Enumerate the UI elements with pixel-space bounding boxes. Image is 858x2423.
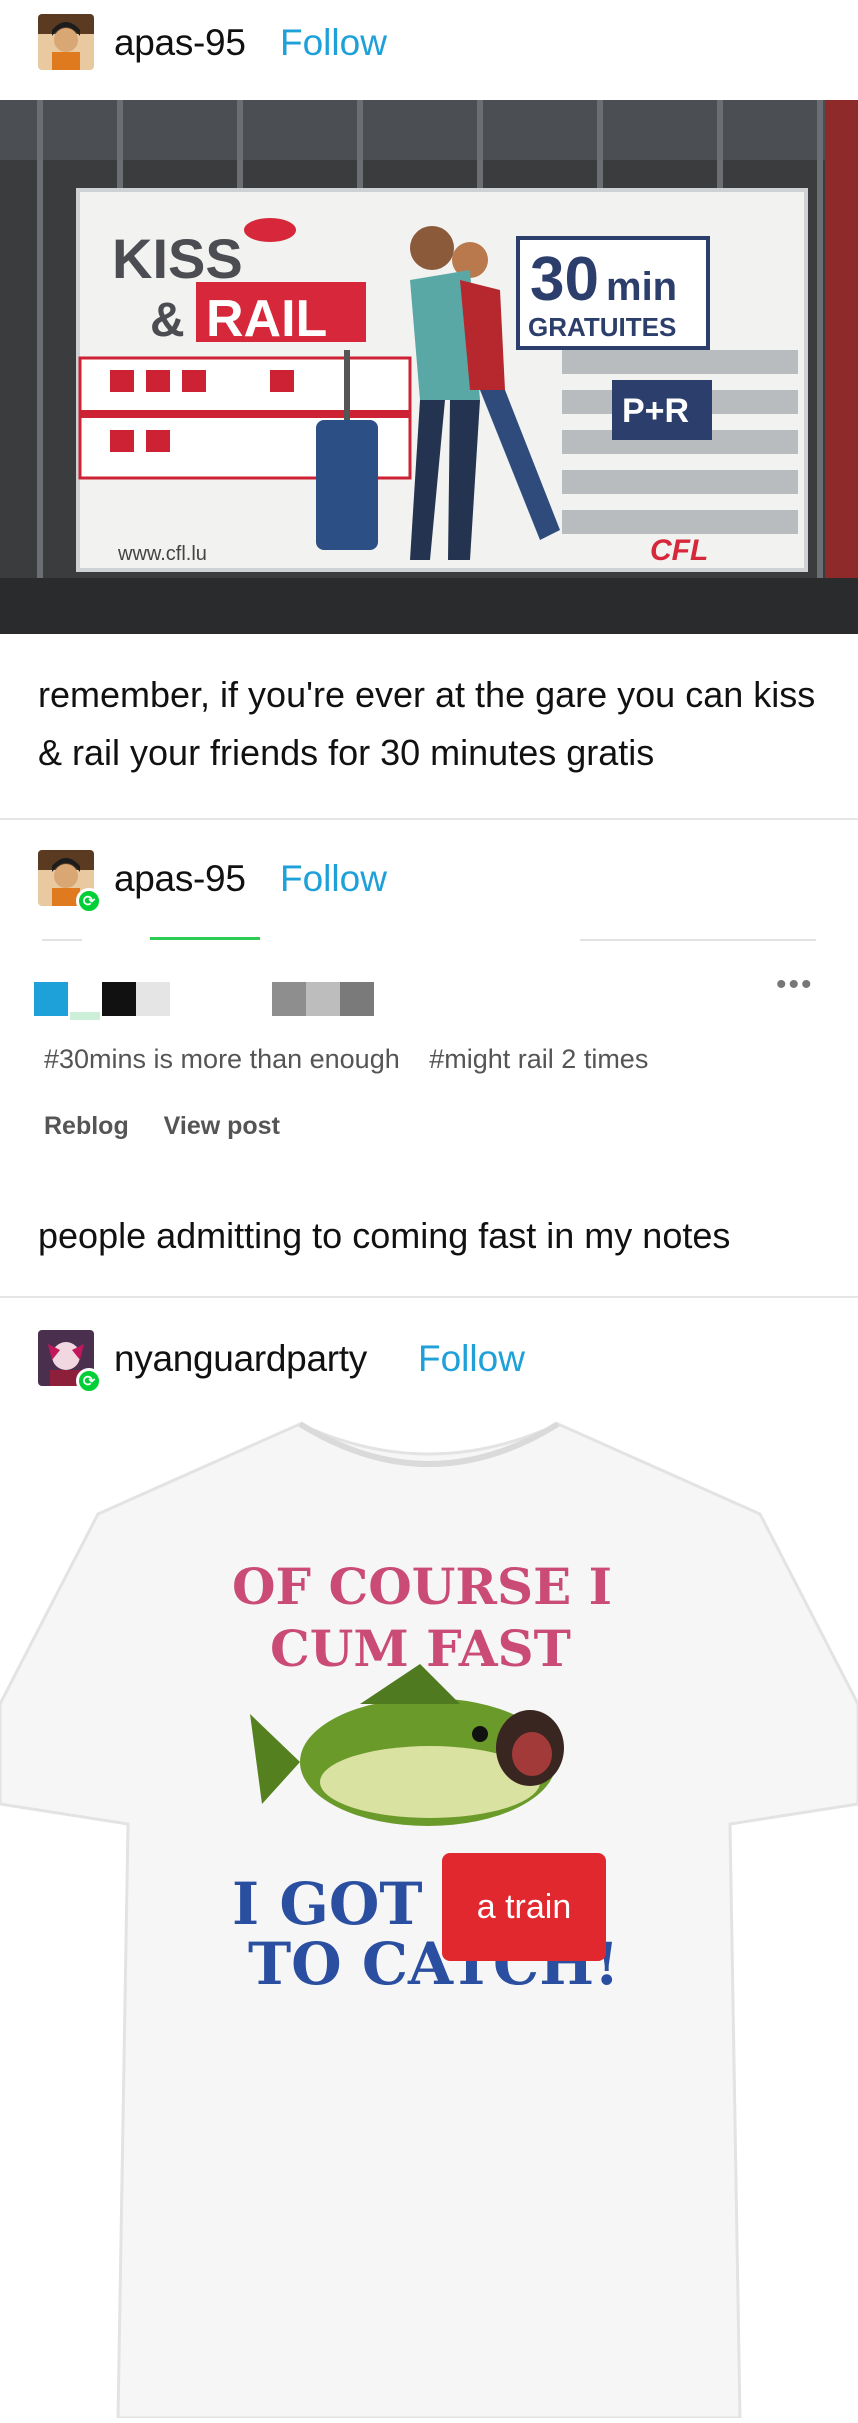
sign-kiss: KISS — [112, 227, 243, 290]
badge-sub: GRATUITES — [528, 312, 676, 342]
post-body-text: people admitting to coming fast in my no… — [38, 1215, 731, 1256]
glitch-square — [340, 982, 374, 1016]
divider-line — [580, 939, 816, 941]
glitch-square — [272, 982, 306, 1016]
divider-line — [42, 939, 82, 941]
reblog-header: ⟳ nyanguardparty Follow — [0, 1316, 858, 1402]
sign-rail: RAIL — [206, 290, 327, 348]
avatar[interactable]: ⟳ — [38, 1330, 102, 1394]
glitch-square — [136, 982, 170, 1016]
badge-unit: min — [606, 265, 677, 309]
glitch-square — [34, 982, 68, 1016]
billboard-brand: CFL — [650, 534, 708, 567]
post-actions: Reblog View post — [44, 1112, 308, 1141]
more-options-button[interactable]: ••• — [776, 968, 814, 1002]
follow-button[interactable]: Follow — [418, 1338, 525, 1380]
shirt-line-3: I GOT — [232, 1870, 423, 1938]
post-image[interactable]: KISS & RAIL 30 min GRATUITES P+R www.cfl… — [0, 100, 858, 634]
tag-list: #30mins is more than enough #might rail … — [44, 1044, 670, 1075]
post-image[interactable]: OF COURSE I CUM FAST I GOT TO CATCH! — [0, 1404, 858, 2420]
username[interactable]: apas-95 — [114, 858, 246, 900]
glitch-square — [70, 1012, 100, 1020]
divider-line — [150, 937, 260, 940]
follow-button[interactable]: Follow — [280, 22, 387, 64]
post-header: apas-95 Follow — [0, 0, 858, 86]
reblog-icon: ⟳ — [76, 1368, 102, 1394]
badge-number: 30 — [530, 245, 599, 314]
parking-label: P+R — [622, 392, 689, 430]
post-divider — [0, 818, 858, 820]
avatar[interactable] — [38, 14, 94, 70]
post-body-text: remember, if you're ever at the gare you… — [38, 674, 816, 773]
sticker-label: a train — [442, 1853, 606, 1961]
avatar[interactable]: ⟳ — [38, 850, 102, 914]
shirt-line-1: OF COURSE I — [232, 1557, 612, 1616]
billboard-url: www.cfl.lu — [117, 543, 207, 565]
tag[interactable]: #30mins is more than enough — [44, 1044, 400, 1074]
view-post-button[interactable]: View post — [164, 1112, 280, 1140]
reblog-icon: ⟳ — [76, 888, 102, 914]
follow-button[interactable]: Follow — [280, 858, 387, 900]
username[interactable]: apas-95 — [114, 22, 246, 64]
tag[interactable]: #might rail 2 times — [429, 1044, 648, 1074]
tshirt-photo: OF COURSE I CUM FAST I GOT TO CATCH! — [0, 1404, 858, 2420]
post-divider — [0, 1296, 858, 1298]
username[interactable]: nyanguardparty — [114, 1338, 367, 1380]
reblog-header: ⟳ apas-95 Follow — [0, 836, 858, 922]
glitch-square — [306, 982, 340, 1016]
sign-ampersand: & — [150, 294, 185, 347]
billboard-photo: KISS & RAIL 30 min GRATUITES P+R www.cfl… — [0, 100, 858, 634]
reblog-button[interactable]: Reblog — [44, 1112, 129, 1140]
glitch-square — [102, 982, 136, 1016]
